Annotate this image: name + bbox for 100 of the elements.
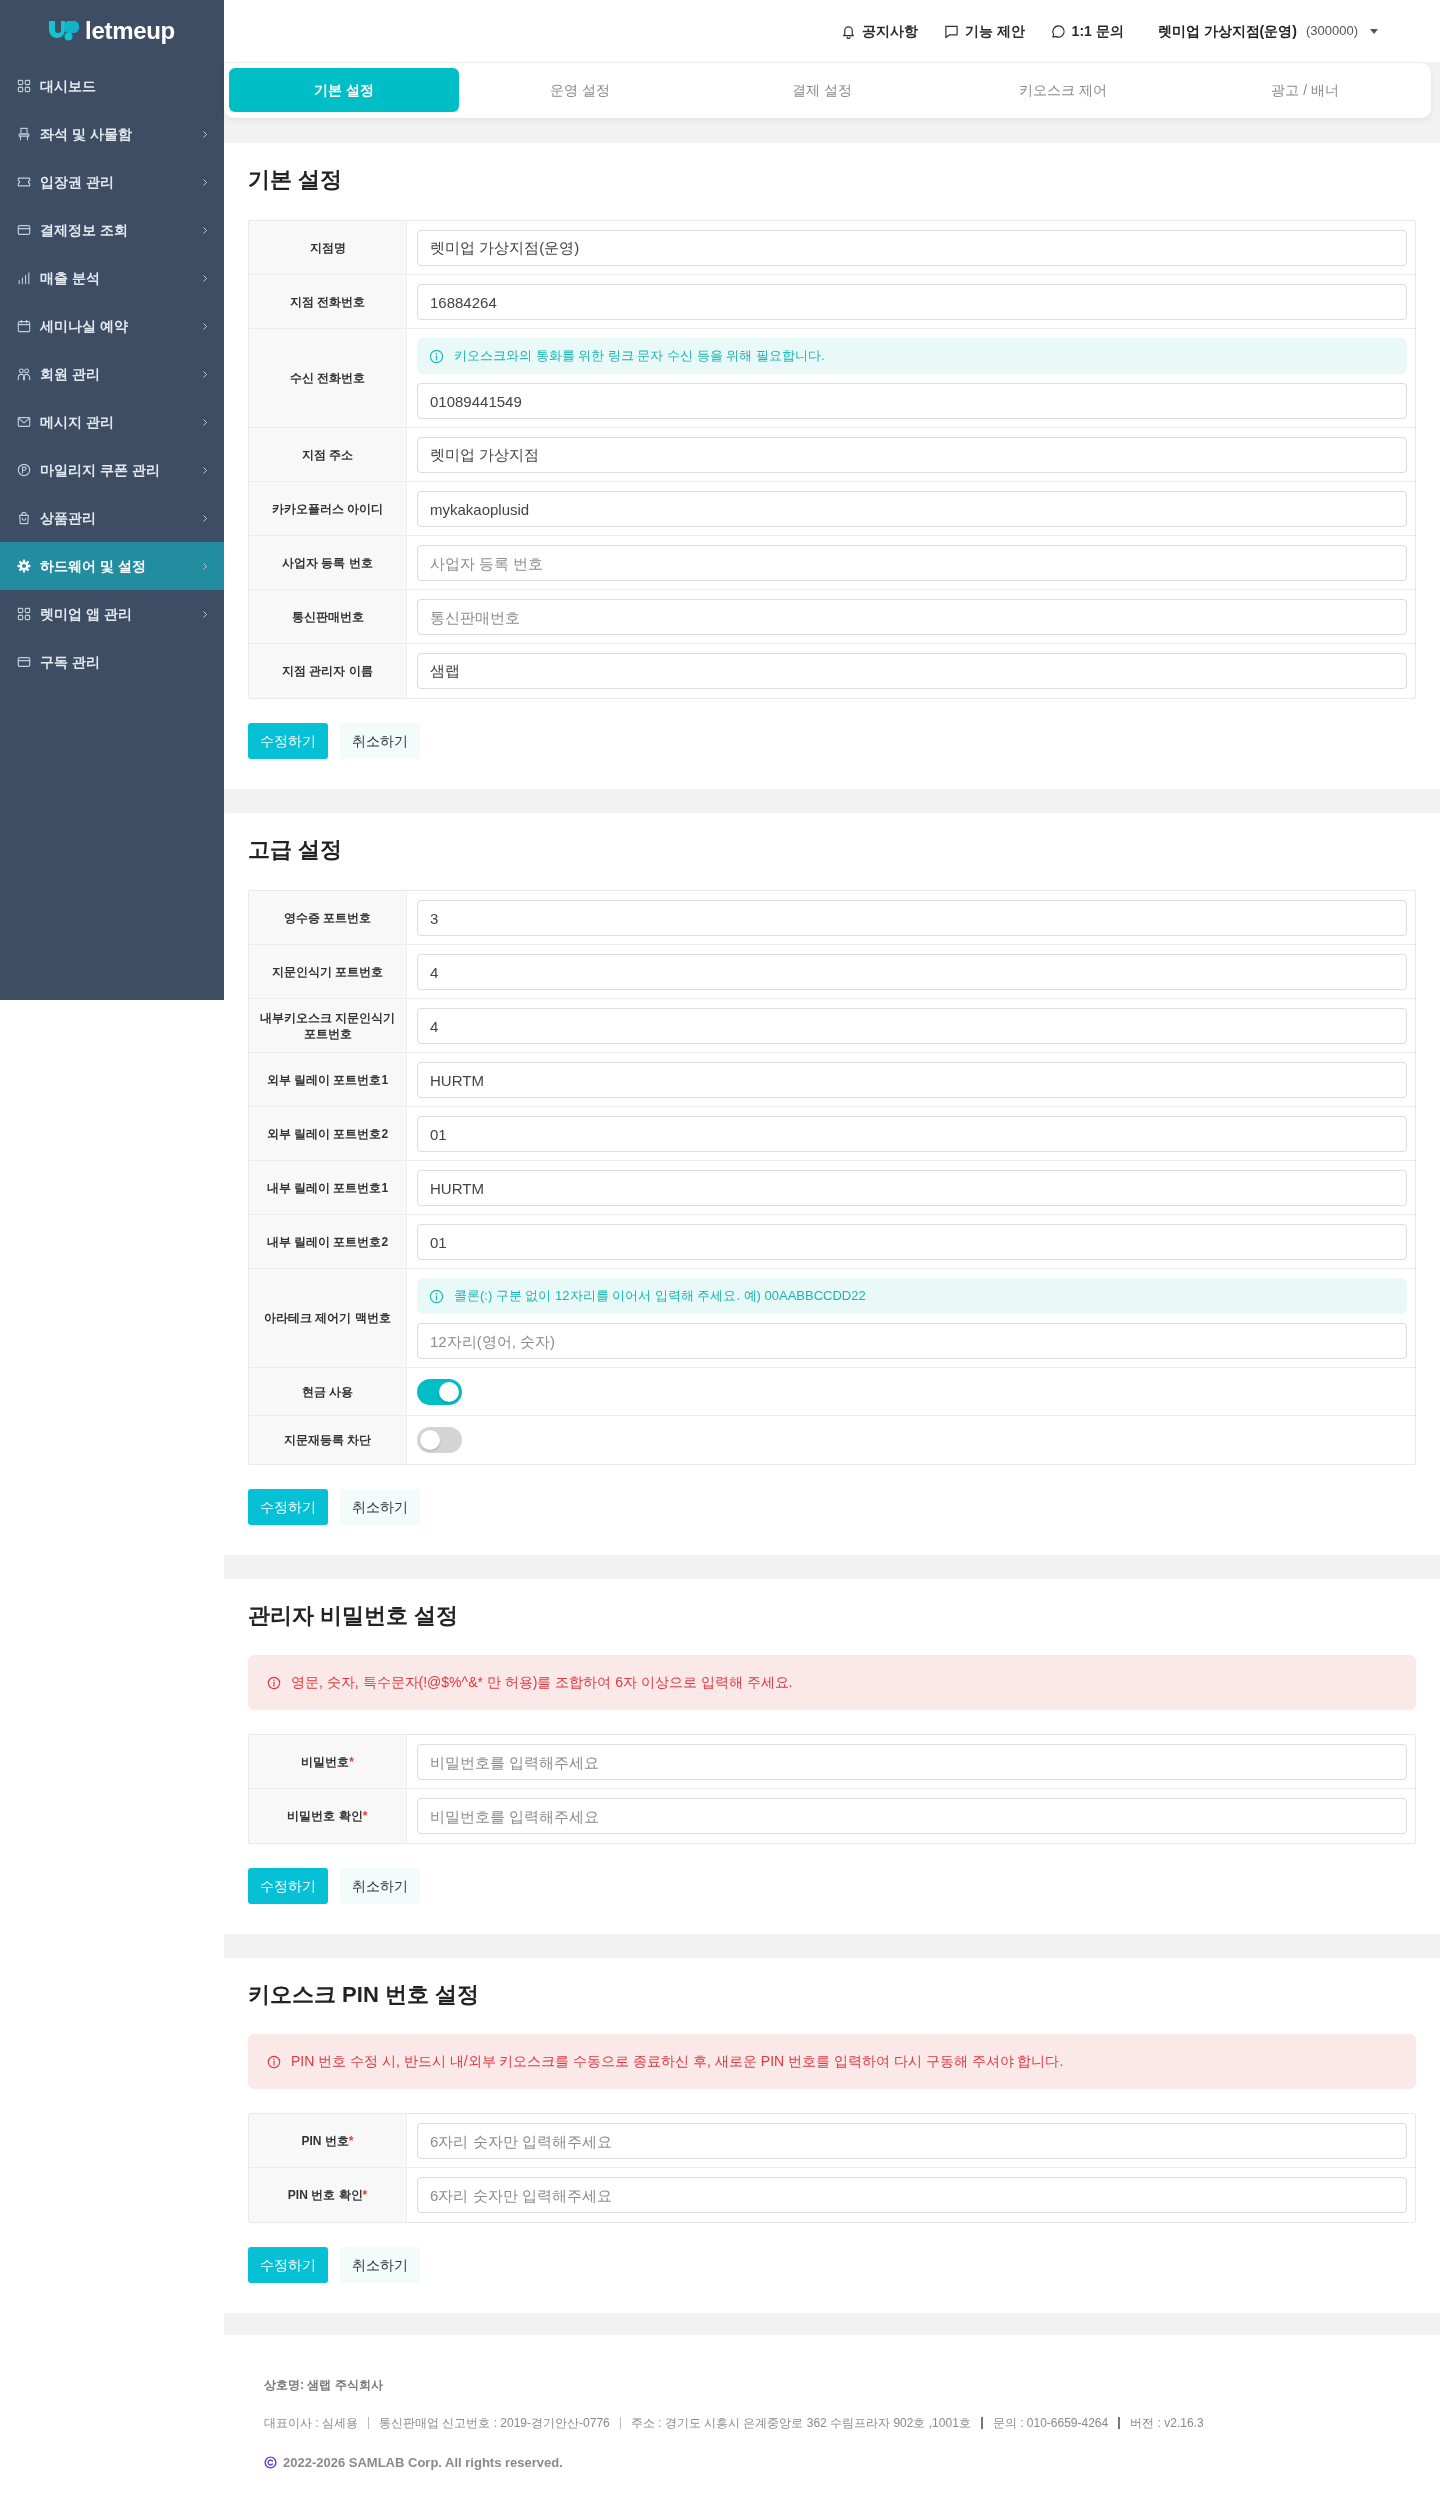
credit-card-icon <box>17 655 31 669</box>
text-field[interactable]: 6자리 숫자만 입력해주세요 <box>417 2123 1407 2159</box>
settings-icon <box>17 559 31 573</box>
text-field[interactable]: 01 <box>417 1116 1407 1152</box>
chevron-right-icon <box>202 369 208 379</box>
tab[interactable]: 운영 설정 <box>459 68 701 112</box>
sidebar-item[interactable]: 마일리지 쿠폰 관리 <box>0 446 224 494</box>
text-field[interactable]: HURTM <box>417 1170 1407 1206</box>
field-label: 지문재등록 차단 <box>249 1416 407 1464</box>
footer-info: 주소 : 경기도 시흥시 은계중앙로 362 수림프라자 902호 ,1001호 <box>630 2415 971 2432</box>
info-icon <box>429 1288 444 1304</box>
hint-text: 키오스크와의 통화를 위한 링크 문자 수신 등을 위해 필요합니다. <box>454 347 825 366</box>
calendar-icon <box>17 319 31 333</box>
sidebar-item[interactable]: 대시보드 <box>0 62 224 110</box>
field-label: 비밀번호* <box>249 1735 407 1788</box>
field-label: 외부 릴레이 포트번호1 <box>249 1053 407 1106</box>
field-label: 영수증 포트번호 <box>249 891 407 944</box>
cancel-button[interactable]: 취소하기 <box>340 723 420 759</box>
info-icon <box>267 1675 281 1690</box>
sidebar-item[interactable]: 상품관리 <box>0 494 224 542</box>
sidebar-item[interactable]: 좌석 및 사물함 <box>0 110 224 158</box>
chevron-right-icon <box>202 129 208 139</box>
field-label: 아라테크 제어기 맥번호 <box>249 1269 407 1367</box>
text-field[interactable]: 샘랩 <box>417 653 1407 689</box>
cancel-button[interactable]: 취소하기 <box>340 2247 420 2283</box>
hint-text: 콜론(:) 구분 없이 12자리를 이어서 입력해 주세요. 예) 00AABBCCDD22 <box>454 1287 866 1306</box>
field-label: 지점 전화번호 <box>249 275 407 328</box>
sidebar-item[interactable]: 입장권 관리 <box>0 158 224 206</box>
text-field[interactable]: 01 <box>417 1224 1407 1260</box>
section-title: 고급 설정 <box>248 836 344 864</box>
chevron-right-icon <box>202 417 208 427</box>
field-label: 외부 릴레이 포트번호2 <box>249 1107 407 1160</box>
field-label: 내부키오스크 지문인식기 포트번호 <box>249 999 407 1052</box>
text-field[interactable]: HURTM <box>417 1062 1407 1098</box>
footer-info: 버전 : v2.16.3 <box>1130 2415 1204 2432</box>
toggle-switch[interactable] <box>417 1379 462 1405</box>
text-field[interactable]: 4 <box>417 1008 1407 1044</box>
company-name: 상호명: 샘랩 주식회사 <box>264 2377 384 2394</box>
text-field[interactable]: 6자리 숫자만 입력해주세요 <box>417 2177 1407 2213</box>
field-label: 지문인식기 포트번호 <box>249 945 407 998</box>
logo-icon <box>49 21 80 41</box>
sidebar-item[interactable]: 매출 분석 <box>0 254 224 302</box>
chevron-right-icon <box>202 465 208 475</box>
caret-down-icon <box>1370 28 1378 34</box>
text-field[interactable]: 비밀번호를 입력해주세요 <box>417 1744 1407 1780</box>
shopping-bag-icon <box>17 511 31 525</box>
account-menu[interactable]: 렛미업 가상지점(운영) (300000) <box>1157 20 1378 42</box>
text-field[interactable]: 렛미업 가상지점(운영) <box>417 230 1407 266</box>
header-link[interactable]: 1:1 문의 <box>1050 20 1124 42</box>
section-title: 관리자 비밀번호 설정 <box>248 1602 460 1630</box>
sidebar-item[interactable]: 구독 관리 <box>0 638 224 686</box>
field-label: 지점 주소 <box>249 428 407 481</box>
cancel-button[interactable]: 취소하기 <box>340 1489 420 1525</box>
field-label: 지점 관리자 이름 <box>249 644 407 698</box>
logo-text: letmeup <box>85 17 175 45</box>
field-label: 내부 릴레이 포트번호1 <box>249 1161 407 1214</box>
chevron-right-icon <box>202 609 208 619</box>
footer-info: 대표이사 : 심세용 <box>264 2415 358 2432</box>
credit-card-icon <box>17 223 31 237</box>
chevron-right-icon <box>202 513 208 523</box>
chevron-right-icon <box>202 273 208 283</box>
text-field[interactable]: 사업자 등록 번호 <box>417 545 1407 581</box>
text-field[interactable]: 01089441549 <box>417 383 1407 419</box>
text-field[interactable]: mykakaoplusid <box>417 491 1407 527</box>
chevron-right-icon <box>202 225 208 235</box>
text-field[interactable]: 3 <box>417 900 1407 936</box>
field-label: 내부 릴레이 포트번호2 <box>249 1215 407 1268</box>
copyright-icon <box>264 2456 277 2470</box>
sidebar-item[interactable]: 렛미업 앱 관리 <box>0 590 224 638</box>
field-label: PIN 번호 확인* <box>249 2168 407 2222</box>
text-field[interactable]: 4 <box>417 954 1407 990</box>
copyright-text: 2022-2026 SAMLAB Corp. All rights reserved. <box>283 2454 563 2472</box>
alert-text: 영문, 숫자, 특수문자(!@$%^&* 만 허용)를 조합하여 6자 이상으로 입력해 주세요. <box>291 1673 793 1692</box>
text-field[interactable]: 통신판매번호 <box>417 599 1407 635</box>
text-field[interactable]: 렛미업 가상지점 <box>417 437 1407 473</box>
info-icon <box>429 348 444 364</box>
bar-chart-icon <box>17 271 31 285</box>
footer-info: 문의 : 010-6659-4264 <box>992 2415 1109 2432</box>
tab[interactable]: 키오스크 제어 <box>942 68 1185 112</box>
p-circle-icon <box>17 463 31 477</box>
field-label: 사업자 등록 번호 <box>249 536 407 589</box>
chat-bubble-icon <box>1050 23 1066 39</box>
text-field[interactable]: 16884264 <box>417 284 1407 320</box>
sidebar-item[interactable]: 하드웨어 및 설정 <box>0 542 224 590</box>
toggle-switch[interactable] <box>417 1427 462 1453</box>
header-link[interactable]: 공지사항 <box>840 20 918 42</box>
sidebar-item[interactable]: 세미나실 예약 <box>0 302 224 350</box>
section-title: 기본 설정 <box>248 166 344 194</box>
tab[interactable]: 결제 설정 <box>700 68 943 112</box>
info-icon <box>267 2054 281 2069</box>
cancel-button[interactable]: 취소하기 <box>340 1868 420 1904</box>
tab[interactable]: 광고 / 배너 <box>1184 68 1426 112</box>
field-label: PIN 번호* <box>249 2114 407 2167</box>
sidebar-item[interactable]: 회원 관리 <box>0 350 224 398</box>
text-field[interactable]: 12자리(영어, 숫자) <box>417 1323 1407 1359</box>
header-link[interactable]: 기능 제안 <box>943 20 1025 42</box>
sidebar-item[interactable]: 결제정보 조회 <box>0 206 224 254</box>
users-icon <box>17 367 31 381</box>
sidebar-item[interactable]: 메시지 관리 <box>0 398 224 446</box>
text-field[interactable]: 비밀번호를 입력해주세요 <box>417 1798 1407 1834</box>
